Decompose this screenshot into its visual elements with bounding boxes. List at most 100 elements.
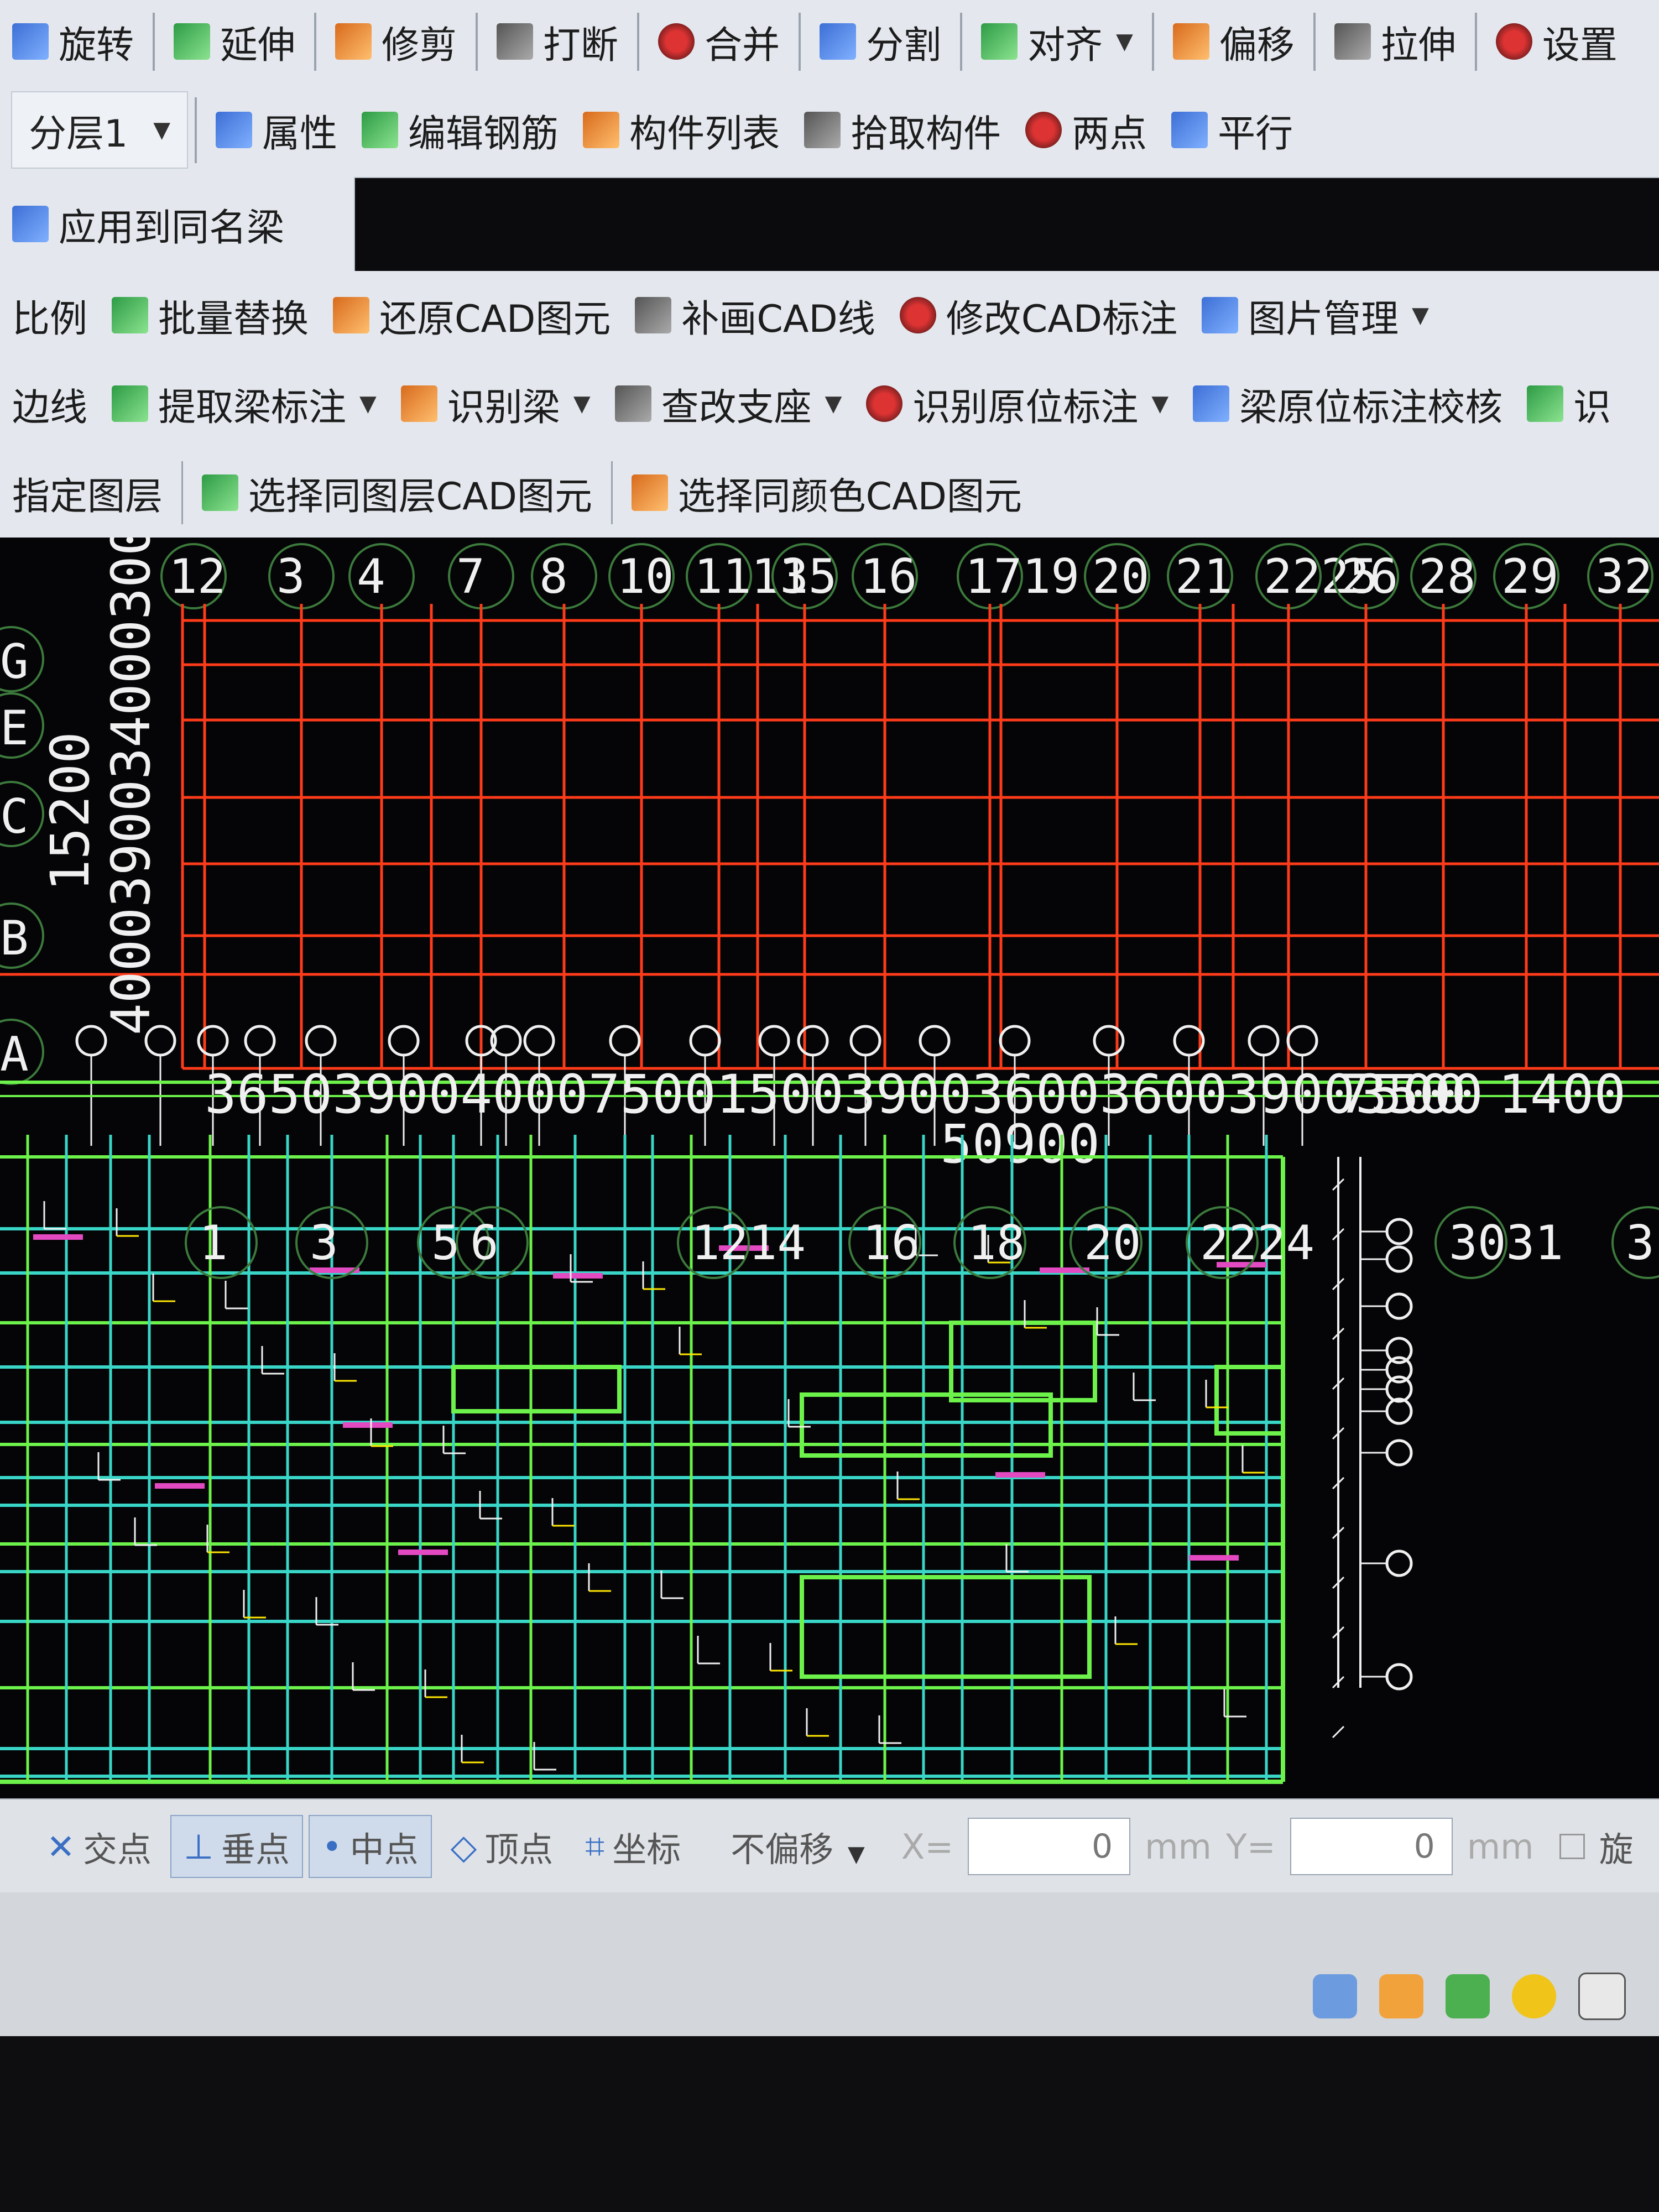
lower-axis-label: 2224 (1200, 1215, 1314, 1271)
axis-bubble-small (1385, 1218, 1413, 1245)
toolbar-row-6-filler (1034, 448, 1659, 538)
axis-bubble-small (75, 1025, 107, 1057)
rotate-icon (12, 23, 49, 60)
align-icon (981, 23, 1018, 60)
top-axis-label: 10 (617, 549, 674, 604)
toolbar1-button-2[interactable]: 修剪 (323, 0, 469, 83)
identify-inplace-annotation-icon (866, 385, 903, 422)
total-dimension-text: 50900 (940, 1113, 1100, 1175)
snap-toggle-2[interactable]: • 中点 (309, 1815, 432, 1878)
toolbar2-button-4[interactable]: 两点 (1013, 83, 1159, 177)
toolbar4-button-5[interactable]: 图片管理 ▼ (1190, 271, 1441, 359)
toolbar4-button-0[interactable]: 比例 (0, 271, 100, 359)
toolbar6-button-0[interactable]: 指定图层 (0, 448, 175, 538)
toolbar4-button-1[interactable]: 批量替换 (100, 271, 321, 359)
toolbar1-button-1[interactable]: 延伸 (161, 0, 307, 83)
snap-label: 坐标 (612, 1829, 681, 1870)
offset-mode-select[interactable]: 不偏移 ▼ (731, 1822, 865, 1871)
snap-toggle-4[interactable]: ⌗ 坐标 (572, 1815, 694, 1878)
chevron-down-icon: ▼ (825, 391, 842, 416)
snap-label: 交点 (82, 1829, 152, 1870)
annotation-mark (155, 1483, 205, 1489)
toolbar2-button-2[interactable]: 构件列表 (571, 83, 792, 177)
snap-toggle-1[interactable]: ⊥ 垂点 (170, 1815, 303, 1878)
toolbar4-button-4[interactable]: 修改CAD标注 (888, 271, 1190, 359)
toolbar6-button-2[interactable]: 选择同颜色CAD图元 (619, 448, 1034, 538)
toolbar-separator (611, 461, 613, 524)
toolbar4-button-2[interactable]: 还原CAD图元 (321, 271, 623, 359)
toolbar-separator (799, 12, 801, 71)
snap-label: 顶点 (484, 1829, 554, 1870)
left-axis-label: A (0, 1027, 29, 1082)
toolbar1-button-7[interactable]: 偏移 (1161, 0, 1307, 83)
toolbar1-button-5[interactable]: 分割 (807, 0, 953, 83)
toolbar1-button-9[interactable]: 设置 (1484, 0, 1630, 83)
stretch-icon (1334, 23, 1371, 60)
annotation-mark (553, 1273, 603, 1279)
toolbar2-label: 两点 (1072, 112, 1147, 156)
toolbar5-button-6[interactable]: 识 (1515, 359, 1623, 448)
cad-canvas[interactable]: 12 3 4 7 8 10 1113 15 16 1719 20 21 2225 26 28 29 32 1520… (0, 538, 1659, 1798)
toolbar5-button-0[interactable]: 边线 (0, 359, 100, 448)
intersection-icon: ✕ (46, 1826, 75, 1867)
left-axis-label: C (0, 789, 29, 844)
toolbar1-button-0[interactable]: 旋转 (0, 0, 146, 83)
snap-toggle-0[interactable]: ✕ 交点 (33, 1815, 165, 1878)
settings-icon (1495, 23, 1532, 60)
toolbar2-button-5[interactable]: 平行 (1159, 83, 1305, 177)
system-tray (0, 1947, 1659, 2046)
dimension-tick (1332, 1725, 1345, 1739)
beam-rect (800, 1575, 1092, 1679)
annotation-mark (1189, 1555, 1239, 1561)
toolbar2-button-3[interactable]: 拾取构件 (792, 83, 1013, 177)
toolbar3-button-0[interactable]: 应用到同名梁 (0, 177, 296, 271)
ime-icon[interactable] (1379, 1974, 1423, 2018)
toolbar1-label: 合并 (705, 23, 780, 67)
annotation-mark (343, 1422, 393, 1428)
axis-bubble-small (388, 1025, 420, 1057)
toolbar-separator (153, 12, 155, 71)
top-axis-label: 29 (1501, 549, 1559, 604)
toolbar1-button-4[interactable]: 合并 (646, 0, 792, 83)
toolbar5-button-2[interactable]: 识别梁 ▼ (389, 359, 603, 448)
y-value: 0 (1413, 1827, 1435, 1866)
shield-icon[interactable] (1446, 1974, 1490, 2018)
dimension-text: 7500 1400 3900 (1338, 1063, 1659, 1125)
toolbar5-button-5[interactable]: 梁原位标注校核 (1181, 359, 1515, 448)
layer-select-value: 分层1 (29, 112, 128, 156)
toolbar1-button-3[interactable]: 打断 (484, 0, 630, 83)
top-axis-label: 8 (539, 549, 568, 604)
chevron-down-icon: ▼ (359, 391, 377, 416)
y-coordinate-field[interactable]: 0 (1290, 1818, 1453, 1875)
toolbar2-button-1[interactable]: 编辑钢筋 (349, 83, 571, 177)
chevron-down-icon: ▼ (1151, 391, 1169, 416)
axis-bubble-small (244, 1025, 276, 1057)
check-support-icon (614, 385, 651, 422)
toolbar5-button-1[interactable]: 提取梁标注 ▼ (100, 359, 389, 448)
identify-icon (1527, 385, 1564, 422)
axis-bubble-small (1385, 1550, 1413, 1577)
snap-toggle-3[interactable]: ◇ 顶点 (437, 1815, 567, 1878)
toolbar1-button-6[interactable]: 对齐 ▼ (969, 0, 1145, 83)
axis-bubble-small (1385, 1439, 1413, 1467)
rotate-checkbox[interactable] (1559, 1834, 1585, 1859)
toolbar5-button-4[interactable]: 识别原位标注 ▼ (854, 359, 1181, 448)
toolbar5-label: 识 (1573, 385, 1611, 430)
toolbar4-button-3[interactable]: 补画CAD线 (623, 271, 887, 359)
toolbar2-button-0[interactable]: 属性 (204, 83, 349, 177)
toolbar5-label: 查改支座 (661, 385, 812, 430)
layer-select[interactable]: 分层1 ▼ (11, 91, 189, 169)
toolbar1-button-8[interactable]: 拉伸 (1322, 0, 1468, 83)
toolbar5-label: 提取梁标注 (158, 385, 347, 430)
toolbar-row-2: 分层1 ▼ 属性 编辑钢筋 构件列表 拾取构件 两点 平行 (0, 83, 1659, 178)
toolbar-row-1: 旋转 延伸 修剪 打断 合并 分割 对齐 ▼ 偏移 拉伸 设置 (0, 0, 1659, 84)
toolbar1-label: 打断 (543, 23, 619, 67)
top-axis-label: 28 (1418, 549, 1476, 604)
clipboard-icon[interactable] (1578, 1973, 1626, 2020)
plus-icon[interactable] (1512, 1974, 1556, 2018)
x-coordinate-field[interactable]: 0 (968, 1818, 1131, 1875)
toolbar6-button-1[interactable]: 选择同图层CAD图元 (190, 448, 604, 538)
network-icon[interactable] (1313, 1974, 1357, 2018)
toolbar5-button-3[interactable]: 查改支座 ▼ (603, 359, 854, 448)
cad-drawing[interactable]: 12 3 4 7 8 10 111315 16 1719 20 21 222526 28 29 321520… (0, 538, 1659, 1798)
